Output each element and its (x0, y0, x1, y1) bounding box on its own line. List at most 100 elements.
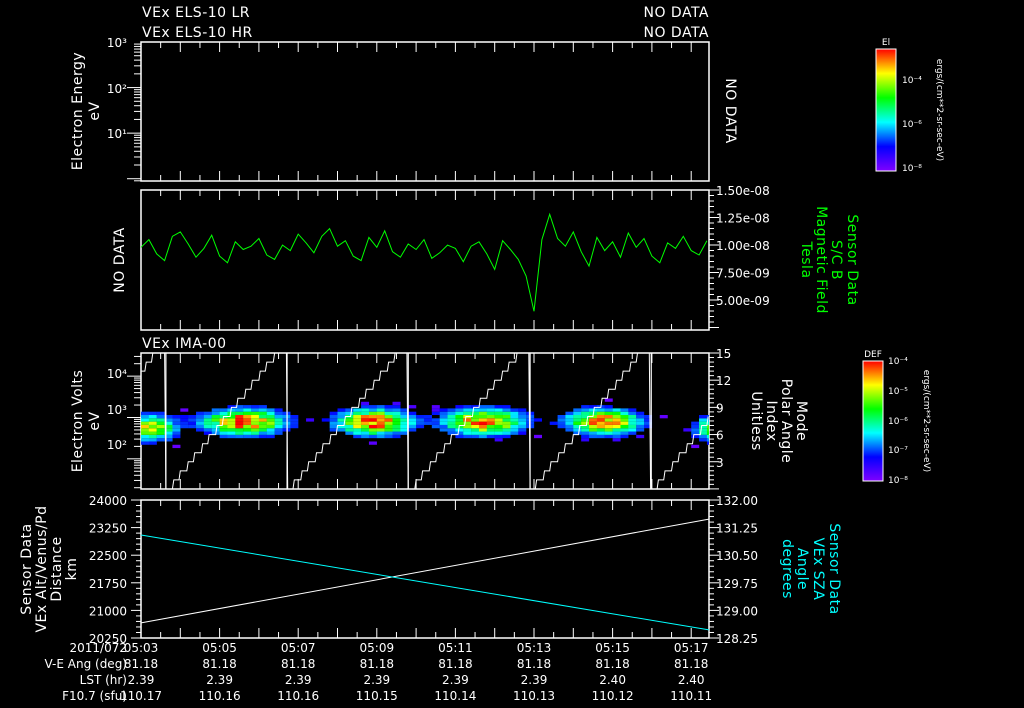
ephemeris-value: 2.39 (521, 673, 548, 687)
panel4-ylabel-right: Sensor Data (826, 523, 842, 614)
spectrogram-cell (180, 424, 189, 429)
spectrogram-cell (463, 431, 472, 435)
spectrogram-cell (589, 418, 598, 422)
spectrogram-cell (478, 411, 487, 416)
spectrogram-cell (172, 431, 181, 435)
spectrogram-cell (376, 424, 385, 429)
spectrogram-cell (345, 428, 354, 432)
panel3-ytick: 10⁴ (107, 367, 127, 381)
spectrogram-cell (494, 408, 503, 412)
spectrogram-cell (172, 444, 181, 449)
spectrogram-cell (534, 434, 542, 439)
spectrogram-cell (266, 411, 275, 416)
spectrogram-cell (243, 434, 252, 439)
spectrogram-cell (502, 428, 511, 432)
ephemeris-row-label: LST (hr) (80, 673, 127, 687)
spectrogram-cell (251, 421, 260, 425)
spectrogram-cell (604, 405, 613, 409)
spectrogram-cell (384, 431, 393, 435)
panel2-ylabel-right: S/C B (828, 240, 844, 280)
ei-colorbar: El 10⁻⁴ 10⁻⁶ 10⁻⁸ ergs/(cm**2-sr-sec-eV) (875, 38, 944, 174)
def-colorbar-title: DEF (864, 350, 882, 360)
spectrogram-cell (392, 415, 401, 419)
spectrogram-cell (376, 428, 385, 432)
spectrogram-cell (518, 424, 527, 429)
spectrogram-cell (196, 428, 205, 432)
spectrogram-cell (148, 424, 157, 429)
spectrogram-cell (266, 408, 275, 412)
spectrogram-cell (604, 428, 613, 432)
spectrogram-cell (416, 421, 425, 425)
spectrogram-cell (258, 431, 267, 435)
spectrogram-cell (219, 408, 228, 412)
spectrogram-cell (620, 411, 629, 416)
spectrogram-cell (557, 421, 566, 425)
spectrogram-cell (148, 418, 157, 422)
spectrogram-cell (439, 421, 448, 425)
spectrogram-cell (581, 408, 590, 412)
spectrogram-cell (534, 418, 542, 422)
spectrogram-cell (416, 415, 425, 419)
panel4-ylabel: Sensor Data (19, 523, 35, 614)
spectrogram-cell (156, 431, 165, 435)
spectrogram-cell (345, 431, 354, 435)
spectrogram-cell (172, 428, 181, 432)
panel1-ylabel-unit: eV (87, 101, 103, 120)
spectrogram-cell (368, 431, 377, 435)
panel2-ytick: 1.50e-08 (716, 184, 770, 198)
spectrogram-cell (251, 411, 260, 416)
spectrogram-cell (384, 415, 393, 419)
spectrogram-cell (612, 408, 621, 412)
spectrogram-cell (423, 421, 432, 425)
spectrogram-cell (141, 434, 149, 439)
spectrogram-cell (463, 405, 472, 409)
spectrogram-cell (478, 424, 487, 429)
spectrogram-cell (392, 408, 401, 412)
spectrogram-cell (156, 424, 165, 429)
spectrogram-cell (455, 434, 464, 439)
els-lr-status: NO DATA (643, 5, 709, 21)
spectrogram-cell (251, 424, 260, 429)
panel3-ytick: 10³ (107, 403, 127, 417)
spectrogram-cell (384, 418, 393, 422)
panel4-ytick-right: 128.25 (716, 632, 758, 646)
spectrogram-cell (141, 424, 149, 429)
ephemeris-value: 81.18 (595, 657, 629, 671)
spectrogram-cell (589, 424, 598, 429)
spectrogram-cell (471, 434, 480, 439)
spectrogram-cell (478, 415, 487, 419)
def-colorbar: DEF 10⁻⁴ 10⁻⁵ 10⁻⁶ 10⁻⁷ 10⁻⁸ ergs/(cm**2… (862, 350, 931, 486)
spectrogram-cell (384, 411, 393, 416)
spectrogram-cell (494, 428, 503, 432)
spectrogram-cell (227, 411, 236, 416)
spectrogram-cell (565, 421, 574, 425)
spectrogram-cell (274, 421, 283, 425)
spectrogram-cell (612, 431, 621, 435)
ephemeris-value: 81.18 (360, 657, 394, 671)
spectrogram-cell (227, 428, 236, 432)
spectrogram-cell (691, 424, 700, 429)
spectrogram-cell (494, 438, 503, 442)
spectrogram-cell (431, 424, 440, 429)
spectrogram-cell (180, 415, 189, 419)
spectrogram-cell (455, 411, 464, 416)
spectrogram-cell (691, 434, 700, 439)
spectrogram-cell (148, 434, 157, 439)
spectrogram-cell (691, 444, 700, 449)
spectrogram-cell (463, 411, 472, 416)
spectrogram-cell (353, 418, 362, 422)
spectrogram-cell (274, 431, 283, 435)
spectrogram-cell (431, 405, 440, 409)
spectrogram-cell (353, 421, 362, 425)
spectrogram-cell (699, 428, 708, 432)
spectrogram-cell (581, 434, 590, 439)
spectrogram-cell (258, 411, 267, 416)
spectrogram-cell (502, 421, 511, 425)
panel2-ylabel-right: Tesla (798, 240, 814, 278)
spectrogram-cell (172, 421, 181, 425)
spectrogram-cell (211, 421, 220, 425)
spectrogram-cell (141, 418, 149, 422)
spectrogram-cell (258, 408, 267, 412)
spectrogram-cell (706, 431, 709, 435)
spectrogram-cell (612, 428, 621, 432)
